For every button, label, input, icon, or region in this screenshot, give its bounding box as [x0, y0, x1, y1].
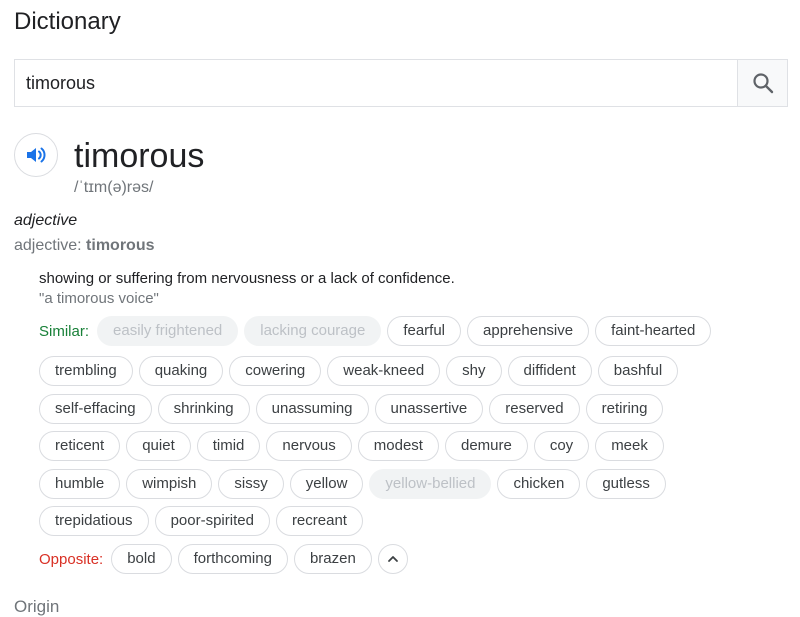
- synonym-chip[interactable]: unassuming: [255, 394, 369, 424]
- synonym-chip[interactable]: retiring: [585, 394, 664, 424]
- synonym-chip[interactable]: yellow-bellied: [369, 469, 492, 499]
- similar-row-1: Similar: easily frightened lacking coura…: [39, 316, 712, 346]
- synonym-chip[interactable]: bashful: [597, 356, 679, 386]
- origin-heading: Origin: [14, 597, 60, 616]
- synonym-chip[interactable]: weak-kneed: [327, 356, 441, 386]
- phonetic-spelling: /ˈtɪm(ə)rəs/: [74, 179, 154, 196]
- similar-row-2: trembling quaking cowering weak-kneed sh…: [39, 356, 679, 386]
- chevron-up-icon: [387, 556, 398, 562]
- synonym-chip[interactable]: reserved: [489, 394, 580, 424]
- synonym-chip[interactable]: shrinking: [157, 394, 250, 424]
- synonym-chip[interactable]: cowering: [229, 356, 322, 386]
- part-of-speech: adjective: [14, 212, 78, 229]
- speaker-icon: [27, 147, 46, 163]
- synonym-chip[interactable]: diffident: [507, 356, 592, 386]
- synonym-chip[interactable]: meek: [595, 431, 664, 461]
- search-box: [14, 59, 788, 107]
- synonym-chip[interactable]: yellow: [289, 469, 364, 499]
- antonym-chip[interactable]: brazen: [293, 544, 372, 574]
- search-icon: [752, 73, 773, 94]
- synonym-chip[interactable]: apprehensive: [467, 316, 590, 346]
- synonym-chip[interactable]: demure: [444, 431, 528, 461]
- synonym-chip[interactable]: modest: [357, 431, 439, 461]
- synonym-chip[interactable]: poor-spirited: [154, 506, 270, 536]
- inflection-line: adjective: timorous: [14, 237, 155, 255]
- synonym-chip[interactable]: timid: [196, 431, 261, 461]
- synonym-chip[interactable]: sissy: [218, 469, 284, 499]
- synonym-chip[interactable]: quiet: [126, 431, 191, 461]
- synonym-chip[interactable]: reticent: [39, 431, 121, 461]
- similar-row-3: self-effacing shrinking unassuming unass…: [39, 394, 664, 424]
- similar-row-6: trepidatious poor-spirited recreant: [39, 506, 363, 536]
- synonym-chip[interactable]: nervous: [266, 431, 352, 461]
- synonym-chip[interactable]: faint-hearted: [595, 316, 712, 346]
- synonym-chip[interactable]: gutless: [586, 469, 666, 499]
- synonym-chip[interactable]: coy: [533, 431, 590, 461]
- synonym-chip[interactable]: quaking: [138, 356, 224, 386]
- pronunciation-audio-button[interactable]: [14, 133, 58, 177]
- similar-row-4: reticent quiet timid nervous modest demu…: [39, 431, 664, 461]
- synonym-chip[interactable]: shy: [446, 356, 502, 386]
- synonym-chip[interactable]: fearful: [387, 316, 462, 346]
- antonym-chip[interactable]: forthcoming: [177, 544, 288, 574]
- search-input[interactable]: [15, 60, 737, 106]
- definition-text: showing or suffering from nervousness or…: [39, 270, 455, 287]
- synonym-chip[interactable]: humble: [39, 469, 121, 499]
- synonym-chip[interactable]: self-effacing: [39, 394, 152, 424]
- synonym-chip[interactable]: wimpish: [126, 469, 213, 499]
- example-sentence: "a timorous voice": [39, 290, 159, 307]
- similar-label: Similar:: [39, 322, 90, 340]
- synonym-chip[interactable]: chicken: [497, 469, 581, 499]
- opposite-row: Opposite: bold forthcoming brazen: [39, 544, 408, 574]
- synonym-chip[interactable]: lacking courage: [244, 316, 382, 346]
- synonym-chip[interactable]: recreant: [275, 506, 363, 536]
- opposite-label: Opposite:: [39, 550, 104, 568]
- similar-row-5: humble wimpish sissy yellow yellow-belli…: [39, 469, 666, 499]
- synonym-chip[interactable]: trepidatious: [39, 506, 149, 536]
- inflection-label: adjective:: [14, 237, 82, 254]
- synonym-chip[interactable]: trembling: [39, 356, 133, 386]
- synonym-chip[interactable]: unassertive: [374, 394, 484, 424]
- synonym-chip[interactable]: easily frightened: [97, 316, 239, 346]
- antonym-chip[interactable]: bold: [111, 544, 172, 574]
- collapse-synonyms-button[interactable]: [377, 544, 408, 574]
- app-title: Dictionary: [14, 8, 121, 35]
- headword: timorous: [74, 137, 205, 175]
- inflection-word: timorous: [86, 237, 155, 254]
- search-button[interactable]: [737, 60, 787, 106]
